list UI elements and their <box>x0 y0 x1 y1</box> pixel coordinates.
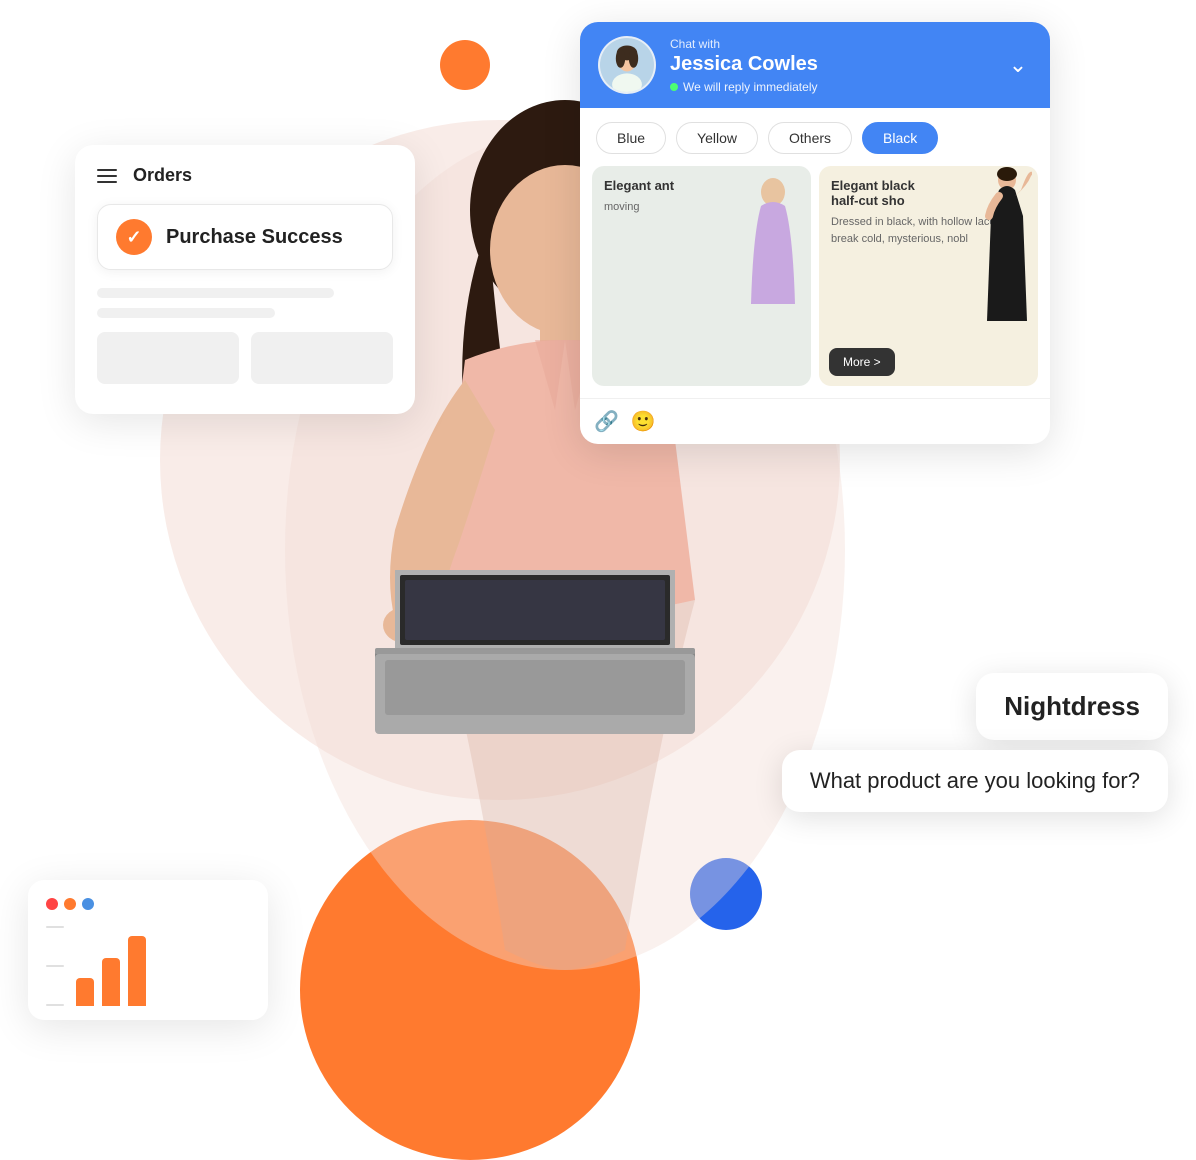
analytics-side-lines <box>46 926 64 1006</box>
chat-panel: Chat with Jessica Cowles We will reply i… <box>580 22 1050 444</box>
orders-line-2 <box>97 308 275 318</box>
purchase-success-badge: Purchase Success <box>97 204 393 270</box>
dot-orange <box>64 898 76 910</box>
chat-info: Chat with Jessica Cowles We will reply i… <box>670 37 1004 94</box>
nightdress-text: Nightdress <box>1004 691 1140 721</box>
hamburger-icon[interactable] <box>97 169 117 183</box>
product-image-1 <box>743 174 803 304</box>
bar-1 <box>76 978 94 1006</box>
agent-name: Jessica Cowles <box>670 53 1004 76</box>
more-button[interactable]: More > <box>829 348 895 376</box>
emoji-icon[interactable]: 🙂 <box>631 409 656 434</box>
orders-line-1 <box>97 288 334 298</box>
orders-box-1 <box>97 332 239 384</box>
check-icon <box>116 219 152 255</box>
side-line-3 <box>46 1004 64 1006</box>
orders-panel: Orders Purchase Success <box>75 145 415 414</box>
chat-status: We will reply immediately <box>670 80 1004 94</box>
pill-yellow[interactable]: Yellow <box>676 122 758 154</box>
chat-header: Chat with Jessica Cowles We will reply i… <box>580 22 1050 108</box>
question-text: What product are you looking for? <box>810 768 1140 793</box>
chat-input-area: 🔗 🙂 <box>580 398 1050 444</box>
chat-with-label: Chat with <box>670 37 1004 51</box>
side-line-1 <box>46 926 64 928</box>
orders-box-2 <box>251 332 393 384</box>
analytics-panel <box>28 880 268 1020</box>
status-text: We will reply immediately <box>683 80 817 94</box>
orders-boxes <box>97 332 393 384</box>
purchase-success-text: Purchase Success <box>166 226 343 249</box>
agent-avatar <box>598 36 656 94</box>
pill-black[interactable]: Black <box>862 122 938 154</box>
product-card-1: Elegant ant moving <box>592 166 811 386</box>
status-dot <box>670 83 678 91</box>
collapse-chat-button[interactable] <box>1004 51 1032 79</box>
orders-title: Orders <box>133 165 192 186</box>
bar-2 <box>102 958 120 1006</box>
dot-red <box>46 898 58 910</box>
dot-blue <box>82 898 94 910</box>
question-bubble: What product are you looking for? <box>782 750 1168 812</box>
product-card-2: Elegant blackhalf-cut sho Dressed in bla… <box>819 166 1038 386</box>
pill-others[interactable]: Others <box>768 122 852 154</box>
side-line-2 <box>46 965 64 967</box>
products-area: Elegant ant moving Elegant blackhalf-cut… <box>580 154 1050 398</box>
attach-icon[interactable]: 🔗 <box>594 409 619 434</box>
analytics-dots <box>46 898 250 910</box>
color-filter-pills: Blue Yellow Others Black <box>580 108 1050 154</box>
orders-header: Orders <box>97 165 393 186</box>
pill-blue[interactable]: Blue <box>596 122 666 154</box>
analytics-bars <box>46 926 250 1006</box>
product-image-2 <box>977 166 1032 321</box>
nightdress-bubble: Nightdress <box>976 673 1168 740</box>
bar-3 <box>128 936 146 1006</box>
